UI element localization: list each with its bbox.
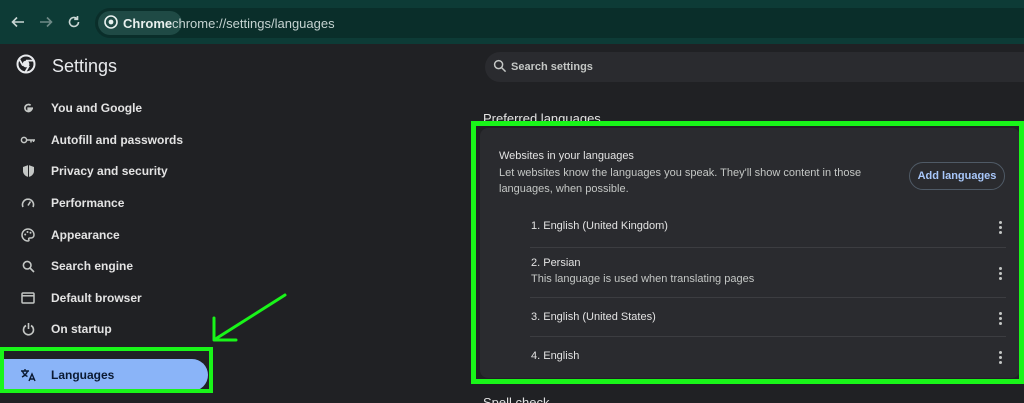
sidebar-item-label: Autofill and passwords: [51, 133, 184, 147]
sidebar-item-appearance[interactable]: Appearance: [0, 223, 230, 247]
site-chip[interactable]: Chrome: [98, 11, 183, 35]
sidebar-item-label: Privacy and security: [51, 164, 168, 178]
browser-window-icon: [19, 289, 37, 307]
sidebar-item-label: Default browser: [51, 291, 142, 305]
chrome-logo-icon: [104, 14, 118, 32]
sidebar-item-performance[interactable]: Performance: [0, 191, 230, 215]
site-chip-label: Chrome: [123, 15, 173, 31]
sidebar-item-label: On startup: [51, 322, 112, 336]
sidebar-item-you-and-google[interactable]: You and Google: [0, 96, 230, 120]
sidebar-item-label: Performance: [51, 196, 125, 210]
highlight-box-languages-nav: [0, 347, 213, 393]
highlight-box-languages-card: [471, 121, 1024, 384]
search-input[interactable]: [511, 57, 811, 77]
google-icon: [19, 99, 37, 117]
reload-icon[interactable]: [64, 12, 84, 32]
settings-brand: Settings: [16, 54, 117, 79]
power-icon: [19, 320, 37, 338]
speedometer-icon: [19, 194, 37, 212]
sidebar-item-label: Appearance: [51, 228, 120, 242]
sidebar-item-privacy[interactable]: Privacy and security: [0, 159, 230, 183]
search-icon: [19, 257, 37, 275]
section-title-spell-check: Spell check: [483, 395, 550, 403]
sidebar-item-label: Search engine: [51, 259, 134, 273]
sidebar-item-on-startup[interactable]: On startup: [0, 317, 230, 341]
shield-icon: [19, 162, 37, 180]
chrome-logo-icon: [16, 54, 36, 79]
palette-icon: [19, 226, 37, 244]
browser-toolbar: Chrome chrome://settings/languages: [0, 0, 1024, 44]
search-bar[interactable]: [485, 52, 1024, 82]
back-icon[interactable]: [8, 12, 28, 32]
annotation-arrow-icon: [212, 293, 287, 342]
sidebar-item-search-engine[interactable]: Search engine: [0, 254, 230, 278]
sidebar-item-default-browser[interactable]: Default browser: [0, 286, 230, 310]
forward-icon[interactable]: [36, 12, 56, 32]
url-text[interactable]: chrome://settings/languages: [172, 16, 335, 31]
address-bar[interactable]: Chrome chrome://settings/languages: [95, 8, 1024, 38]
key-icon: [19, 131, 37, 149]
search-icon: [493, 59, 509, 75]
sidebar-item-label: You and Google: [51, 101, 143, 115]
sidebar-item-autofill[interactable]: Autofill and passwords: [0, 128, 230, 152]
page-title: Settings: [52, 56, 118, 76]
